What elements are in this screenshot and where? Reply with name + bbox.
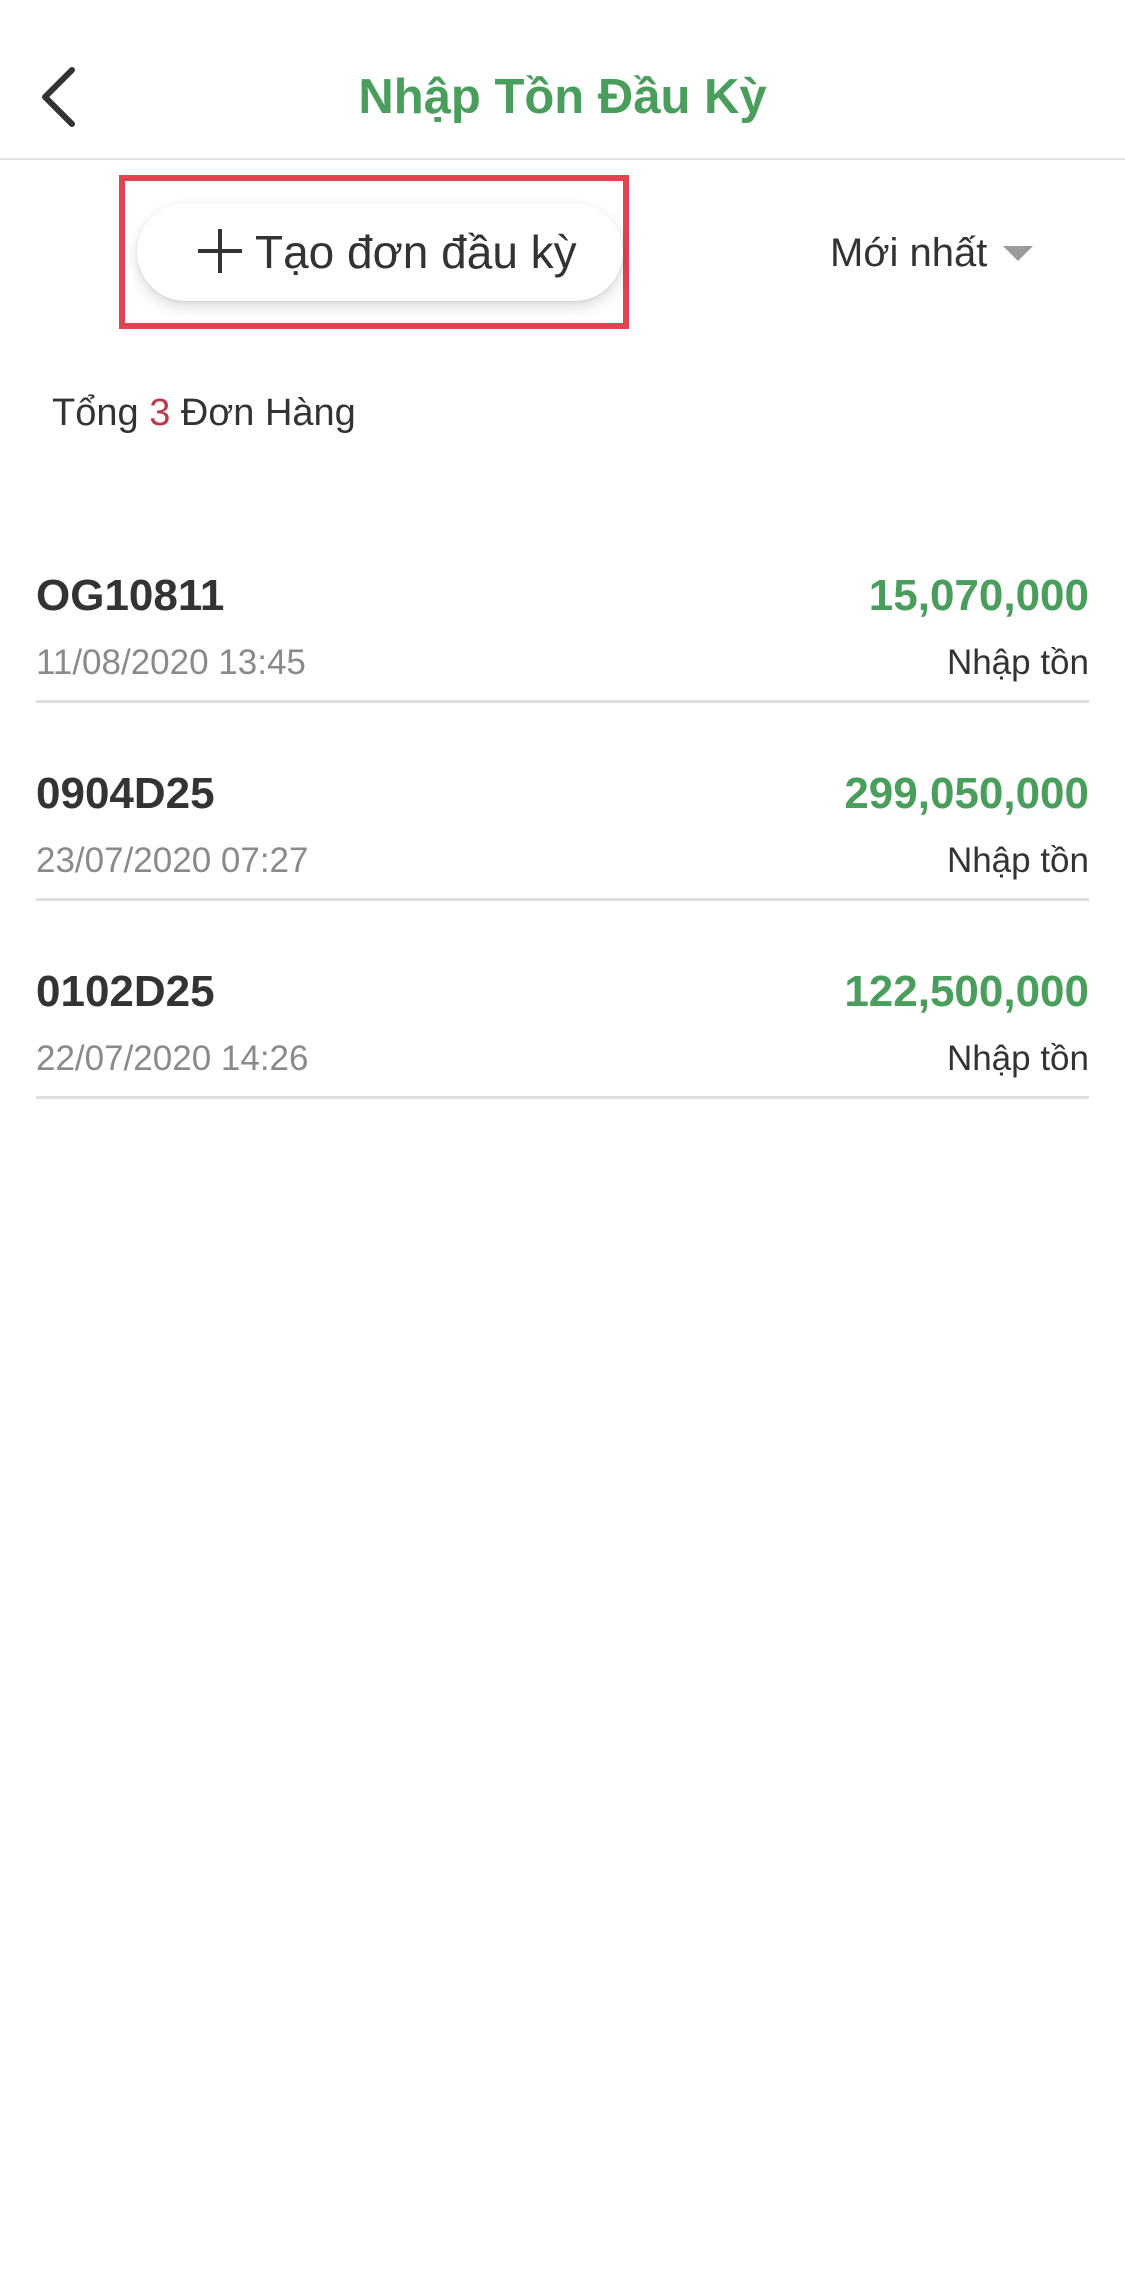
order-row[interactable]: OG10811 11/08/2020 13:45 15,070,000 Nhập…: [36, 545, 1089, 703]
header-bar: Nhập Tồn Đầu Kỳ: [0, 0, 1125, 160]
order-type: Nhập tồn: [946, 841, 1089, 880]
summary-prefix: Tổng: [52, 392, 139, 434]
order-list: OG10811 11/08/2020 13:45 15,070,000 Nhập…: [36, 545, 1089, 1139]
order-amount: 299,050,000: [844, 769, 1089, 818]
summary-suffix: Đơn Hàng: [180, 392, 356, 434]
order-date: 22/07/2020 14:26: [36, 1039, 309, 1078]
sort-dropdown[interactable]: Mới nhất: [830, 218, 1034, 288]
order-type: Nhập tồn: [946, 643, 1089, 682]
order-summary: Tổng 3 Đơn Hàng: [52, 385, 356, 441]
order-amount: 15,070,000: [868, 571, 1089, 620]
order-date: 23/07/2020 07:27: [36, 841, 309, 880]
order-count: 3: [149, 392, 171, 434]
page-title: Nhập Tồn Đầu Kỳ: [358, 70, 767, 124]
order-code: 0102D25: [36, 967, 215, 1016]
order-row[interactable]: 0102D25 22/07/2020 14:26 122,500,000 Nhậ…: [36, 941, 1089, 1099]
order-type: Nhập tồn: [946, 1039, 1089, 1078]
order-code: 0904D25: [36, 769, 215, 818]
plus-icon: [198, 229, 242, 273]
order-date: 11/08/2020 13:45: [36, 643, 306, 682]
create-opening-order-button[interactable]: Tạo đơn đầu kỳ: [137, 203, 623, 301]
caret-down-icon: [1003, 245, 1034, 261]
sort-label: Mới nhất: [830, 230, 988, 275]
create-button-label: Tạo đơn đầu kỳ: [255, 226, 577, 278]
order-amount: 122,500,000: [844, 967, 1089, 1016]
order-code: OG10811: [36, 571, 225, 620]
order-row[interactable]: 0904D25 23/07/2020 07:27 299,050,000 Nhậ…: [36, 743, 1089, 901]
